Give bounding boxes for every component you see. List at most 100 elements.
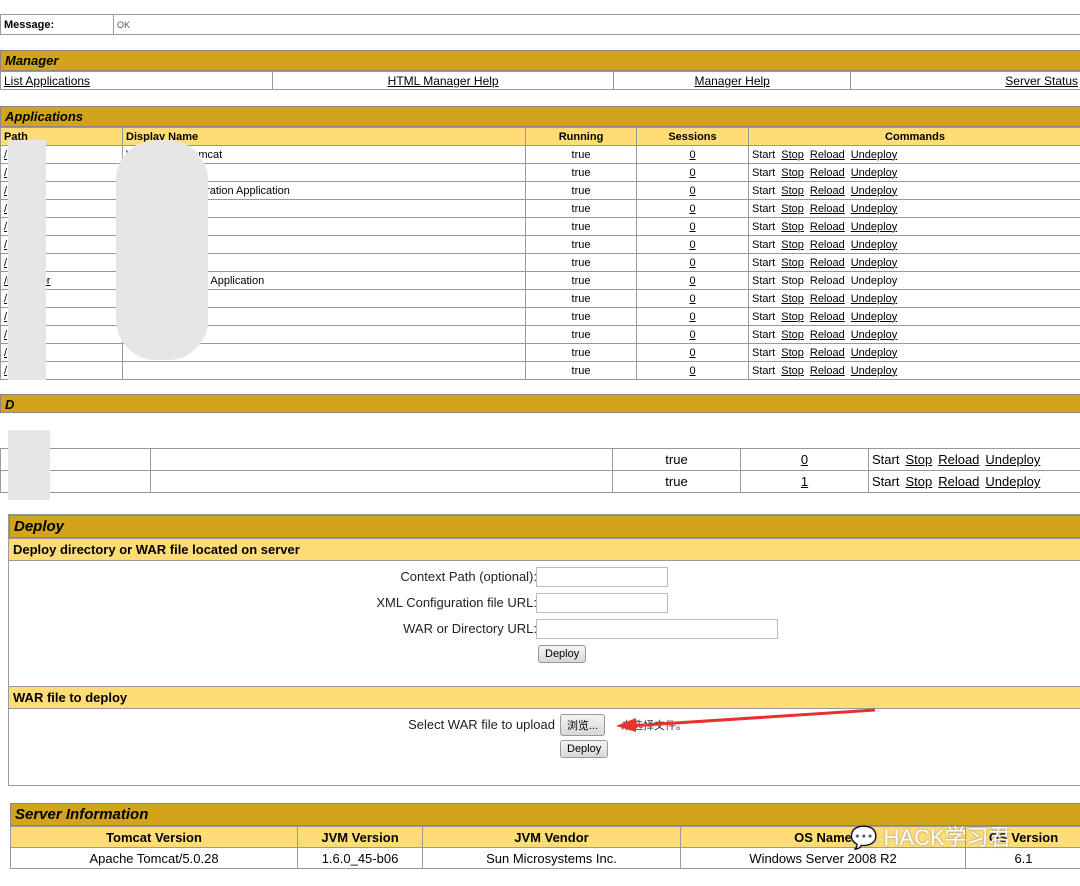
app-sessions-link[interactable]: 0 xyxy=(689,149,695,161)
app-path-link[interactable]: / xyxy=(4,239,7,251)
app-sessions-link[interactable]: 0 xyxy=(801,452,808,467)
context-path-label: Context Path (optional): xyxy=(400,569,537,584)
stop-command[interactable]: Stop xyxy=(905,452,932,467)
stop-command[interactable]: Stop xyxy=(781,347,804,359)
app-sessions-link[interactable]: 0 xyxy=(689,203,695,215)
app-running: true xyxy=(612,470,741,493)
start-command: Start xyxy=(752,310,776,323)
table-row: / true 0 Start Stop Reload Undeploy xyxy=(0,361,1080,380)
reload-command[interactable]: Reload xyxy=(810,221,845,233)
start-command: Start xyxy=(872,474,900,489)
reload-command[interactable]: Reload xyxy=(810,257,845,269)
message-table: Message: OK xyxy=(0,14,1080,35)
app-sessions-link[interactable]: 0 xyxy=(689,275,695,287)
stop-command[interactable]: Stop xyxy=(781,221,804,233)
app-path-link[interactable]: / xyxy=(4,257,7,269)
undeploy-command[interactable]: Undeploy xyxy=(851,185,897,197)
undeploy-command[interactable]: Undeploy xyxy=(851,149,897,161)
context-path-input[interactable] xyxy=(536,567,668,587)
undeploy-command[interactable]: Undeploy xyxy=(851,311,897,323)
app-path-link[interactable]: / xyxy=(4,329,7,341)
stop-command[interactable]: Stop xyxy=(781,203,804,215)
app-sessions-link[interactable]: 0 xyxy=(689,293,695,305)
undeploy-command[interactable]: Undeploy xyxy=(851,365,897,377)
undeploy-command[interactable]: Undeploy xyxy=(851,347,897,359)
app-sessions-link[interactable]: 0 xyxy=(689,239,695,251)
app-path-link[interactable]: / xyxy=(4,365,7,377)
stop-command[interactable]: Stop xyxy=(781,329,804,341)
reload-command[interactable]: Reload xyxy=(810,149,845,161)
browse-button[interactable]: 浏览... xyxy=(560,714,606,736)
list-applications-link[interactable]: List Applications xyxy=(4,74,90,88)
undeploy-command[interactable]: Undeploy xyxy=(851,203,897,215)
reload-command[interactable]: Reload xyxy=(810,185,845,197)
app-path-link[interactable]: / xyxy=(4,293,7,305)
undeploy-command[interactable]: Undeploy xyxy=(851,239,897,251)
app-sessions-link[interactable]: 0 xyxy=(689,185,695,197)
stop-command[interactable]: Stop xyxy=(781,149,804,161)
undeploy-command[interactable]: Undeploy xyxy=(851,257,897,269)
undeploy-command[interactable]: Undeploy xyxy=(985,452,1040,467)
reload-command[interactable]: Reload xyxy=(810,239,845,251)
start-command: Start xyxy=(752,292,776,305)
undeploy-command[interactable]: Undeploy xyxy=(851,329,897,341)
reload-command[interactable]: Reload xyxy=(810,203,845,215)
deploy-war-button[interactable]: Deploy xyxy=(560,740,609,758)
manager-help-link[interactable]: Manager Help xyxy=(694,74,769,88)
watermark-text: HACK学习君 xyxy=(883,825,1011,850)
deploy-server-button[interactable]: Deploy xyxy=(538,645,587,663)
app-sessions-link[interactable]: 0 xyxy=(689,221,695,233)
start-command: Start xyxy=(752,238,776,251)
reload-command[interactable]: Reload xyxy=(938,474,979,489)
app-sessions-link[interactable]: 1 xyxy=(801,474,808,489)
second-section: D xyxy=(0,394,1080,413)
reload-command[interactable]: Reload xyxy=(810,365,845,377)
app-path-link[interactable]: / xyxy=(4,185,7,197)
stop-command[interactable]: Stop xyxy=(781,239,804,251)
reload-command[interactable]: Reload xyxy=(810,311,845,323)
reload-command[interactable]: Reload xyxy=(938,452,979,467)
server-status-link[interactable]: Server Status xyxy=(1005,74,1078,88)
stop-command[interactable]: Stop xyxy=(781,185,804,197)
stop-command[interactable]: Stop xyxy=(781,167,804,179)
undeploy-command[interactable]: Undeploy xyxy=(851,221,897,233)
app-path-link[interactable]: / xyxy=(4,311,7,323)
red-arrow-annotation xyxy=(616,708,876,732)
server-info-value: Sun Microsystems Inc. xyxy=(422,847,681,869)
app-path-link[interactable]: / xyxy=(4,221,7,233)
stop-command[interactable]: Stop xyxy=(781,293,804,305)
second-section-title: D xyxy=(0,394,1080,413)
deploy-title: Deploy xyxy=(9,515,1080,538)
war-url-input[interactable] xyxy=(536,619,778,639)
server-info-value: 1.6.0_45-b06 xyxy=(297,847,423,869)
message-label: Message: xyxy=(0,14,114,35)
reload-command[interactable]: Reload xyxy=(810,329,845,341)
manager-title: Manager xyxy=(0,50,1080,71)
undeploy-command[interactable]: Undeploy xyxy=(851,167,897,179)
app-path-link[interactable]: / xyxy=(4,167,7,179)
reload-command[interactable]: Reload xyxy=(810,293,845,305)
app-sessions-link[interactable]: 0 xyxy=(689,167,695,179)
app-running: true xyxy=(525,289,637,308)
reload-command[interactable]: Reload xyxy=(810,167,845,179)
app-path-link[interactable]: / xyxy=(4,149,7,161)
undeploy-command[interactable]: Undeploy xyxy=(985,474,1040,489)
app-sessions-link[interactable]: 0 xyxy=(689,329,695,341)
start-command: Start xyxy=(752,202,776,215)
stop-command[interactable]: Stop xyxy=(781,311,804,323)
stop-command[interactable]: Stop xyxy=(781,257,804,269)
stop-command[interactable]: Stop xyxy=(905,474,932,489)
app-sessions-link[interactable]: 0 xyxy=(689,365,695,377)
undeploy-command[interactable]: Undeploy xyxy=(851,293,897,305)
app-path-link[interactable]: / xyxy=(4,203,7,215)
app-sessions-link[interactable]: 0 xyxy=(689,311,695,323)
stop-command[interactable]: Stop xyxy=(781,365,804,377)
app-running: true xyxy=(525,343,637,362)
app-sessions-link[interactable]: 0 xyxy=(689,347,695,359)
xml-config-input[interactable] xyxy=(536,593,668,613)
reload-command[interactable]: Reload xyxy=(810,347,845,359)
start-command: Start xyxy=(872,452,900,467)
app-sessions-link[interactable]: 0 xyxy=(689,257,695,269)
html-manager-help-link[interactable]: HTML Manager Help xyxy=(388,74,499,88)
app-path-link[interactable]: / xyxy=(4,347,7,359)
